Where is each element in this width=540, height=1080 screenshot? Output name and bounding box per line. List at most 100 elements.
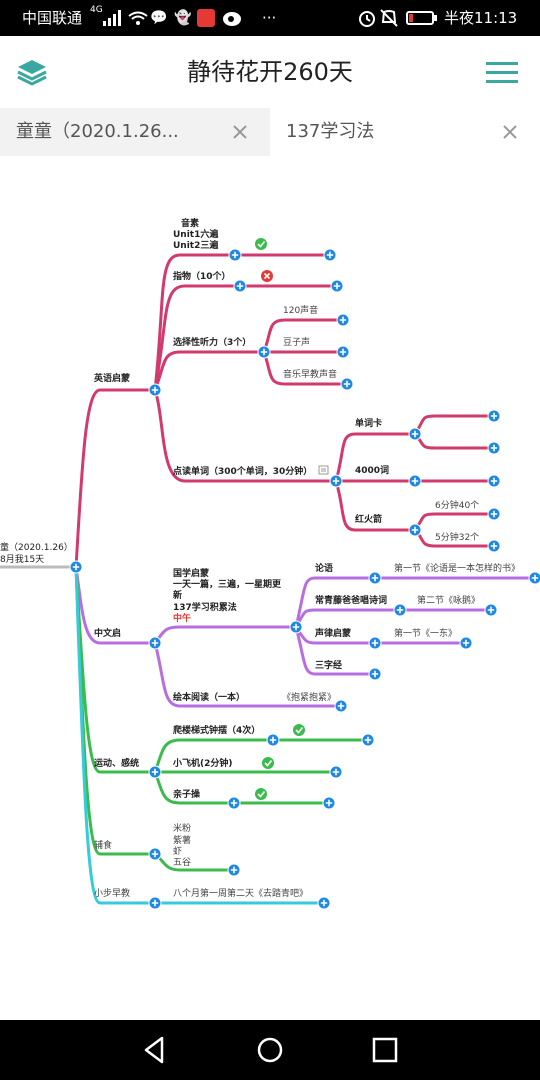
node-reading[interactable]: 点读单词（300个单词，30分钟） [173,465,312,477]
add-node-button[interactable] [487,441,501,455]
note-shenglv[interactable]: 第一节《一东》 [394,627,457,639]
add-node-button[interactable] [148,896,162,910]
add-node-button[interactable] [334,699,348,713]
node-poems[interactable]: 常青藤爸爸唱诗词 [315,594,387,606]
hamburger-menu-button[interactable] [480,50,524,94]
add-node-button[interactable] [266,733,280,747]
add-node-button[interactable] [393,603,407,617]
node-rocket[interactable]: 红火箭 [355,513,382,525]
branch-label-sports[interactable]: 运动、感统 [94,757,139,769]
add-node-button[interactable] [487,507,501,521]
branch-label-food[interactable]: 辅食 [94,839,112,851]
note-picture-book[interactable]: 《抱紧抱紧》 [282,691,336,703]
tab-label: 137学习法 [286,121,375,142]
note-poems[interactable]: 第二节《咏鹅》 [417,594,480,606]
add-node-button[interactable] [227,796,241,810]
branch-label-english[interactable]: 英语启蒙 [93,372,130,384]
add-node-button[interactable] [233,279,247,293]
tab-tongtong[interactable]: 童童（2020.1.26... [0,108,268,156]
node-picture-book[interactable]: 绘本阅读（一本） [173,691,245,703]
add-node-button[interactable] [336,313,350,327]
add-node-button[interactable] [148,847,162,861]
add-node-button[interactable] [487,474,501,488]
node-guoxue-line3: 新 [173,589,182,601]
add-node-button[interactable] [329,765,343,779]
home-icon[interactable] [250,1030,290,1070]
add-node-button[interactable] [336,345,350,359]
add-node-button[interactable] [368,571,382,585]
node-listen-music[interactable]: 音乐早教声音 [283,368,337,380]
close-icon[interactable] [500,122,520,142]
check-icon [262,757,274,769]
network-type: 4G [90,5,103,15]
node-listen-120[interactable]: 120声音 [283,304,318,316]
node-listening[interactable]: 选择性听力（3个） [173,336,251,348]
add-node-button[interactable] [528,571,540,585]
node-4000-words[interactable]: 4000词 [355,464,389,476]
node-guoxue-line4: 137学习积累法 [173,601,237,613]
check-icon [293,724,305,736]
add-node-button[interactable] [289,620,303,634]
add-node-button[interactable] [361,733,375,747]
check-icon [255,788,267,800]
note-lunyu[interactable]: 第一节《论语是一本怎样的书》 [394,562,520,574]
add-node-button[interactable] [323,248,337,262]
branch-label-chinese[interactable]: 中文启 [94,627,121,639]
add-node-button[interactable] [484,603,498,617]
add-node-button[interactable] [368,667,382,681]
add-node-button[interactable] [487,539,501,553]
node-sanzijing[interactable]: 三字经 [315,659,342,671]
back-icon[interactable] [134,1030,174,1070]
node-guoxue-line5: 中午 [173,612,191,624]
node-rocket-6min[interactable]: 6分钟40个 [435,499,479,511]
note-early[interactable]: 八个月第一周第二天《去踏青吧》 [173,887,308,899]
node-shenglv[interactable]: 声律启蒙 [314,627,351,639]
add-node-button[interactable] [148,383,162,397]
node-guoxue-line1: 国学启蒙 [173,567,209,579]
node-listen-bean[interactable]: 豆子声 [283,336,310,348]
add-node-button[interactable] [317,896,331,910]
add-node-button[interactable] [408,427,422,441]
add-node-button[interactable] [257,345,271,359]
add-node-button[interactable] [408,474,422,488]
add-node-button[interactable] [148,636,162,650]
add-node-button[interactable] [227,863,241,877]
branch-label-early[interactable]: 小步早教 [94,887,130,899]
node-food-line2: 紫薯 [173,834,191,846]
add-node-button[interactable] [148,765,162,779]
page-title: 静待花开260天 [187,58,353,86]
more-notifications-icon: ··· [262,9,277,27]
add-node-button[interactable] [408,523,422,537]
node-word-card[interactable]: 单词卡 [355,417,382,429]
add-node-button[interactable] [459,636,473,650]
chinese-branch-lines [74,566,535,708]
close-icon[interactable] [230,122,250,142]
hamburger-icon [486,62,518,83]
clock-time: 半夜11:13 [444,9,518,27]
add-node-button[interactable] [487,409,501,423]
note-icon[interactable] [318,465,329,475]
add-node-button[interactable] [340,377,354,391]
recents-icon[interactable] [365,1030,405,1070]
node-plane[interactable]: 小飞机(2分钟) [172,757,233,769]
root-label-line1: 童（2020.1.26） [0,541,73,553]
node-lunyu[interactable]: 论语 [315,562,333,574]
node-rocket-5min[interactable]: 5分钟32个 [435,531,479,543]
mind-map-canvas[interactable]: 童（2020.1.26） 8月我15天 英语启蒙 音素 Unit1六遍 Unit… [0,156,540,1020]
node-food-line3: 虾 [173,845,182,857]
add-node-button[interactable] [329,474,343,488]
add-node-button[interactable] [330,279,344,293]
root-label-line2: 8月我15天 [0,554,44,565]
node-parent[interactable]: 亲子操 [173,788,201,800]
app-bar: 静待花开260天 [0,36,540,108]
notification-app-icon [196,0,216,36]
tab-137-method[interactable]: 137学习法 [270,108,540,156]
cross-icon [261,270,273,282]
add-node-button[interactable] [228,248,242,262]
add-node-button[interactable] [322,796,336,810]
node-climb[interactable]: 爬楼梯式钟摆（4次） [172,724,260,736]
add-node-button[interactable] [368,636,382,650]
node-finger[interactable]: 指物（10个） [173,270,231,282]
add-node-button[interactable] [69,560,83,574]
check-icon [255,238,267,250]
